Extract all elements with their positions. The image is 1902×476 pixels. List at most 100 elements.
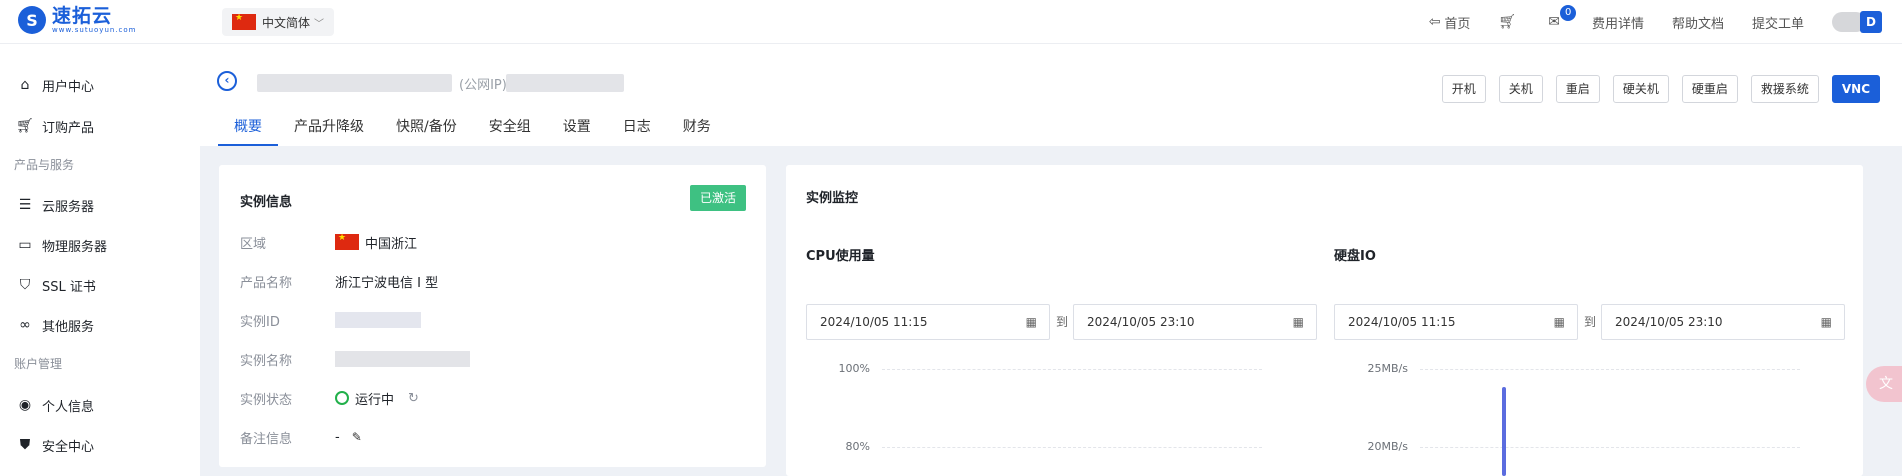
mail-count-badge: 0 xyxy=(1560,5,1577,21)
home-icon: ⇦ xyxy=(1428,14,1441,30)
hard-power-off-button[interactable]: 硬关机 xyxy=(1612,75,1669,103)
refresh-icon[interactable]: ↻ xyxy=(408,391,419,406)
user-circle-icon: ◉ xyxy=(18,397,32,413)
instance-info-card: 实例信息 已激活 区域 中国浙江 产品名称 浙江宁波电信 I 型 实例ID 实例… xyxy=(219,165,766,467)
cpu-start-date-input[interactable]: 2024/10/05 11:15 ▦ xyxy=(806,304,1050,340)
tab-settings[interactable]: 设置 xyxy=(547,116,607,146)
shield-check-icon: ⛊ xyxy=(19,437,31,453)
language-label: 中文简体 xyxy=(262,15,311,30)
billing-link[interactable]: 费用详情 xyxy=(1592,13,1644,32)
calendar-icon: ▦ xyxy=(1025,315,1037,329)
disk-gridline xyxy=(1420,447,1800,448)
edit-icon[interactable]: ✎ xyxy=(352,430,362,444)
sidebar: ⌂ 用户中心 🛒︎ 订购产品 产品与服务 ☰ 云服务器 ▭ 物理服务器 ⛉ SS… xyxy=(0,44,200,476)
home-link[interactable]: ⇦ 首页 xyxy=(1429,13,1471,32)
public-ip-redacted xyxy=(506,74,624,92)
cpu-gridline xyxy=(882,369,1262,370)
instance-name-redacted xyxy=(335,351,470,367)
sidebar-item-cloud-server[interactable]: ☰ 云服务器 xyxy=(14,194,94,216)
instance-info-title: 实例信息 xyxy=(240,195,293,210)
cpu-date-separator: 到 xyxy=(1056,315,1069,329)
sidebar-item-order[interactable]: 🛒︎ 订购产品 xyxy=(14,115,94,137)
tab-logs[interactable]: 日志 xyxy=(607,116,667,146)
power-off-button[interactable]: 关机 xyxy=(1498,75,1543,103)
disk-y-tick-25: 25MB/s xyxy=(1367,362,1408,375)
mail-button[interactable]: ✉ 0 xyxy=(1548,5,1577,30)
disk-date-separator: 到 xyxy=(1584,315,1597,329)
power-on-button[interactable]: 开机 xyxy=(1441,75,1486,103)
house-icon: ⌂ xyxy=(20,77,30,93)
mail-icon: ✉ xyxy=(1548,14,1560,30)
top-nav: ⇦ 首页 🛒︎ ✉ 0 费用详情 帮助文档 提交工单 D xyxy=(1429,0,1902,44)
calendar-icon: ▦ xyxy=(1553,315,1565,329)
shield-icon: ⛉ xyxy=(19,277,31,293)
sidebar-item-user-center[interactable]: ⌂ 用户中心 xyxy=(14,74,94,96)
logo-mark: S xyxy=(18,6,46,34)
tab-finance[interactable]: 财务 xyxy=(667,116,727,146)
back-icon[interactable]: ‹ xyxy=(217,71,237,91)
calendar-icon: ▦ xyxy=(1292,315,1304,329)
tab-overview[interactable]: 概要 xyxy=(218,116,278,146)
calendar-icon: ▦ xyxy=(1820,315,1832,329)
cpu-chart-title: CPU使用量 xyxy=(806,249,875,264)
info-row-product: 产品名称 浙江宁波电信 I 型 xyxy=(240,275,439,291)
sidebar-item-other[interactable]: ∞ 其他服务 xyxy=(14,314,94,336)
chevron-down-icon: ﹀ xyxy=(314,18,325,30)
info-row-region: 区域 中国浙江 xyxy=(240,232,417,252)
hard-drive-icon: ▭ xyxy=(18,237,32,253)
sidebar-item-profile[interactable]: ◉ 个人信息 xyxy=(14,394,94,416)
sidebar-item-ssl[interactable]: ⛉ SSL 证书 xyxy=(14,274,96,296)
tab-upgrade[interactable]: 产品升降级 xyxy=(278,116,380,146)
disk-io-chart-title: 硬盘IO xyxy=(1334,249,1376,264)
info-row-state: 实例状态 运行中 ↻ xyxy=(240,390,419,408)
cpu-end-date-input[interactable]: 2024/10/05 23:10 ▦ xyxy=(1073,304,1317,340)
docs-link[interactable]: 帮助文档 xyxy=(1672,13,1724,32)
rescue-system-button[interactable]: 救援系统 xyxy=(1750,75,1819,103)
cpu-gridline xyxy=(882,447,1262,448)
disk-io-line xyxy=(1502,387,1506,476)
monitor-title: 实例监控 xyxy=(806,191,859,206)
sidebar-item-physical-server[interactable]: ▭ 物理服务器 xyxy=(14,234,107,256)
cart-button[interactable]: 🛒︎ xyxy=(1498,14,1520,30)
avatar[interactable]: D xyxy=(1860,11,1882,33)
info-row-note: 备注信息 - ✎ xyxy=(240,429,362,447)
instance-monitor-card: 实例监控 CPU使用量 2024/10/05 11:15 ▦ 到 2024/10… xyxy=(786,165,1863,476)
instance-header: ‹ (公网IP) 开机 关机 重启 硬关机 硬重启 救援系统 VNC 概要 产品… xyxy=(200,44,1902,146)
tab-snapshot[interactable]: 快照/备份 xyxy=(380,116,473,146)
info-row-id: 实例ID xyxy=(240,310,421,330)
tab-security-group[interactable]: 安全组 xyxy=(473,116,547,146)
vnc-button[interactable]: VNC xyxy=(1831,75,1880,103)
sidebar-item-security[interactable]: ⛊ 安全中心 xyxy=(14,434,94,456)
restart-button[interactable]: 重启 xyxy=(1555,75,1600,103)
cpu-y-tick-80: 80% xyxy=(845,440,870,453)
cpu-y-tick-100: 100% xyxy=(838,362,870,375)
top-bar: S 速拓云 www.sutuoyun.com 中文简体 ﹀ ⇦ 首页 🛒︎ ✉ … xyxy=(0,0,1902,44)
running-status-icon xyxy=(335,391,349,405)
infinity-icon: ∞ xyxy=(19,317,31,333)
instance-id-redacted xyxy=(335,312,421,328)
info-row-name: 实例名称 xyxy=(240,349,470,369)
brand-tagline: www.sutuoyun.com xyxy=(52,26,137,34)
sidebar-group-products: 产品与服务 xyxy=(14,158,75,172)
cart-icon: 🛒︎ xyxy=(16,118,34,134)
disk-gridline xyxy=(1420,369,1800,370)
sidebar-group-account: 账户管理 xyxy=(14,357,63,371)
brand-logo[interactable]: S 速拓云 www.sutuoyun.com xyxy=(18,6,137,34)
disk-y-tick-20: 20MB/s xyxy=(1367,440,1408,453)
china-flag-icon xyxy=(335,233,359,250)
server-icon: ☰ xyxy=(18,197,32,213)
brand-name: 速拓云 xyxy=(52,5,113,27)
ticket-link[interactable]: 提交工单 xyxy=(1752,13,1804,32)
language-select[interactable]: 中文简体 ﹀ xyxy=(222,8,335,36)
instance-tabs: 概要 产品升降级 快照/备份 安全组 设置 日志 财务 xyxy=(218,116,727,146)
instance-title-redacted xyxy=(257,74,452,92)
china-flag-icon xyxy=(232,13,256,30)
translate-icon[interactable]: 文 xyxy=(1866,366,1902,402)
hard-restart-button[interactable]: 硬重启 xyxy=(1681,75,1738,103)
status-badge: 已激活 xyxy=(689,185,746,211)
cart-icon: 🛒︎ xyxy=(1498,14,1517,30)
disk-start-date-input[interactable]: 2024/10/05 11:15 ▦ xyxy=(1334,304,1578,340)
disk-end-date-input[interactable]: 2024/10/05 23:10 ▦ xyxy=(1601,304,1845,340)
instance-actions: 开机 关机 重启 硬关机 硬重启 救援系统 VNC xyxy=(1429,75,1880,103)
public-ip-label: (公网IP) xyxy=(459,78,507,93)
